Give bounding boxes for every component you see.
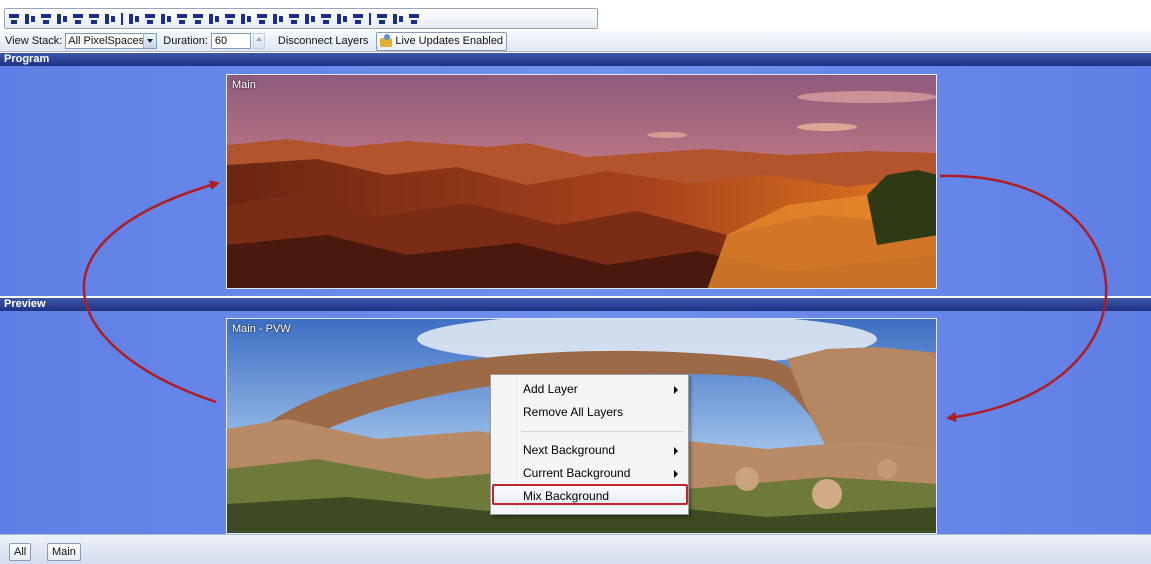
snap-top-icon[interactable] (143, 12, 157, 26)
duration-label: Duration: (163, 35, 208, 47)
center-h-icon[interactable] (271, 12, 285, 26)
menu-item-mix-background[interactable]: Mix Background (492, 484, 688, 505)
menu-item-current-background[interactable]: Current Background (493, 463, 686, 484)
disconnect-layers-button[interactable]: Disconnect Layers (275, 35, 372, 47)
program-header: Program (0, 53, 1151, 66)
submenu-arrow-icon (674, 470, 678, 478)
menu-item-label: Current Background (523, 466, 631, 480)
preview-header: Preview (0, 298, 1151, 311)
context-menu: Add Layer Remove All Layers Next Backgro… (490, 374, 689, 515)
tab-all[interactable]: All (9, 543, 32, 561)
control-bar: View Stack: All PixelSpaces Duration: 60… (0, 31, 1151, 52)
menu-item-label: Next Background (523, 443, 616, 457)
menu-item-label: Add Layer (523, 382, 578, 396)
snap-right-icon[interactable] (127, 12, 141, 26)
duration-input[interactable]: 60 (210, 33, 251, 49)
view-stack-select[interactable]: All PixelSpaces (65, 33, 158, 49)
tab-main[interactable]: Main (47, 543, 81, 561)
divider-icon (367, 12, 373, 26)
menu-item-add-layer[interactable]: Add Layer (493, 379, 686, 400)
alignment-toolbar-strip (4, 8, 598, 29)
stretch-v-icon[interactable] (391, 12, 405, 26)
align-right-icon[interactable] (39, 12, 53, 26)
align-center-icon[interactable] (23, 12, 37, 26)
view-stack-value: All PixelSpaces (68, 35, 144, 47)
snap-bottom-icon[interactable] (159, 12, 173, 26)
same-width-icon[interactable] (207, 12, 221, 26)
same-size-icon[interactable] (255, 12, 269, 26)
same-height-icon[interactable] (223, 12, 237, 26)
program-frame[interactable]: Main (226, 74, 937, 289)
grid-icon[interactable] (407, 12, 421, 26)
menu-item-remove-all-layers[interactable]: Remove All Layers (493, 402, 686, 423)
align-middle-icon[interactable] (71, 12, 85, 26)
menu-item-label: Mix Background (523, 489, 610, 503)
program-panel: Main (0, 66, 1151, 296)
order-back-icon[interactable] (351, 12, 365, 26)
stretch-h-icon[interactable] (375, 12, 389, 26)
submenu-arrow-icon (674, 386, 678, 394)
center-v-icon[interactable] (287, 12, 301, 26)
alignment-toolbar (0, 0, 1151, 31)
view-stack-label: View Stack: (5, 35, 63, 47)
menu-separator (521, 431, 684, 432)
program-frame-label: Main (232, 79, 256, 91)
fit-width-icon[interactable] (175, 12, 189, 26)
align-bottom-icon[interactable] (87, 12, 101, 26)
live-updates-icon (379, 34, 393, 48)
align-top-icon[interactable] (55, 12, 69, 26)
distribute-h-icon[interactable] (103, 12, 117, 26)
canyon-image (227, 75, 936, 288)
snap-left-icon[interactable] (119, 12, 125, 26)
distribute-v-icon[interactable] (239, 12, 253, 26)
fit-height-icon[interactable] (191, 12, 205, 26)
preview-frame-label: Main - PVW (232, 323, 291, 335)
menu-item-next-background[interactable]: Next Background (493, 440, 686, 461)
align-left-icon[interactable] (7, 12, 21, 26)
order-front-icon[interactable] (335, 12, 349, 26)
space-h-icon[interactable] (303, 12, 317, 26)
bottom-tab-bar: All Main (0, 534, 1151, 564)
space-v-icon[interactable] (319, 12, 333, 26)
menu-item-label: Remove All Layers (523, 405, 624, 419)
live-updates-label: Live Updates Enabled (395, 35, 504, 47)
submenu-arrow-icon (674, 447, 678, 455)
live-updates-button[interactable]: Live Updates Enabled (376, 31, 508, 51)
duration-spinner-icon[interactable] (252, 33, 265, 49)
chevron-down-icon[interactable] (143, 34, 157, 48)
